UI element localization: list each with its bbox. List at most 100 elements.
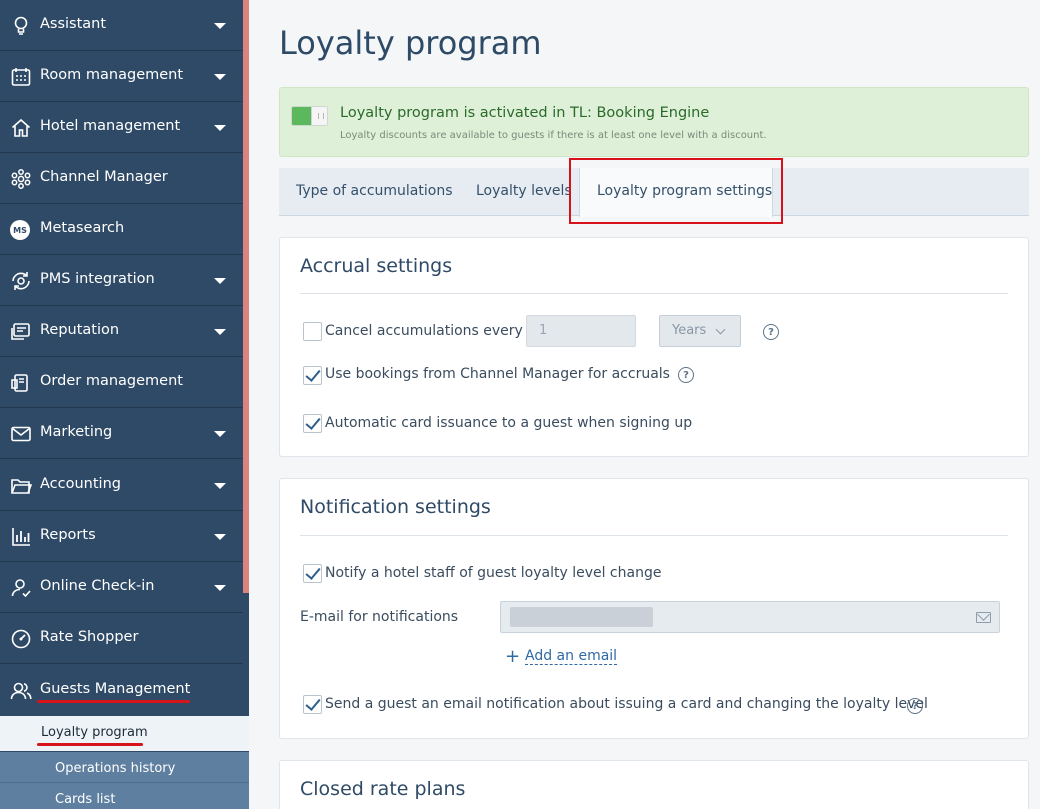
sidebar-item-label: Marketing [40,424,113,440]
help-icon[interactable]: ? [678,367,694,383]
sidebar-item-hotel-management[interactable]: Hotel management [0,102,243,153]
folder-icon [10,475,33,497]
chevron-down-icon[interactable] [214,125,226,131]
sidebar-subitem-label: Operations history [55,761,176,776]
order-icon [10,372,32,394]
chevron-down-icon[interactable] [214,585,226,591]
lightbulb-icon [10,15,32,37]
accrual-settings-title: Accrual settings [300,255,453,277]
toggle-on-fill [292,107,311,125]
sidebar-item-reports[interactable]: Reports [0,511,243,562]
calendar-icon [10,66,32,88]
sidebar-item-label: Channel Manager [40,169,168,185]
sync-icon [10,270,32,292]
sidebar-item-online-check-in[interactable]: Online Check-in [0,562,243,613]
tab-label: Type of accumulations [296,183,453,199]
period-unit-select[interactable]: Years [659,315,741,347]
sidebar-item-label: Reports [40,527,96,543]
loyalty-toggle[interactable] [291,106,328,126]
cancel-accumulations-checkbox[interactable] [303,322,322,341]
redacted-email-value [510,607,653,627]
help-icon[interactable]: ? [907,698,923,714]
notify-staff-checkbox[interactable] [303,564,322,583]
sidebar-subitem-cards-list[interactable]: Cards list [0,783,249,809]
sidebar-item-label: Order management [40,373,183,389]
sidebar-item-label: Assistant [40,16,107,32]
sidebar-item-room-management[interactable]: Room management [0,51,243,102]
accrual-settings-card: Accrual settings Cancel accumulations ev… [279,237,1029,457]
loyalty-program-underline [37,743,143,746]
sidebar-item-label: Rate Shopper [40,629,139,645]
review-icon [10,321,32,343]
sidebar-item-label: Metasearch [40,220,125,236]
toggle-knob [311,107,327,125]
tab-label: Loyalty levels [476,183,572,199]
chevron-down-icon[interactable] [214,74,226,80]
chevron-down-icon[interactable] [214,23,226,29]
house-icon [10,117,32,139]
divider [300,293,1008,294]
chevron-down-icon[interactable] [214,278,226,284]
sidebar-subitem-label: Cards list [55,792,116,807]
sidebar-item-label: Reputation [40,322,120,338]
sidebar-item-metasearch[interactable]: MS Metasearch [0,204,243,255]
divider [300,535,1008,536]
period-unit-value: Years [672,323,707,338]
banner-title: Loyalty program is activated in TL: Book… [340,105,710,121]
main-content: Loyalty program Loyalty program is activ… [249,0,1040,809]
chevron-down-icon[interactable] [214,329,226,335]
sidebar-item-reputation[interactable]: Reputation [0,306,243,357]
banner-note: Loyalty discounts are available to guest… [340,130,767,141]
notification-settings-card: Notification settings Notify a hotel sta… [279,478,1029,739]
chevron-down-icon[interactable] [214,431,226,437]
checkin-user-icon [10,577,32,599]
users-icon [10,680,32,702]
sidebar-item-label: Guests Management [40,681,191,697]
sidebar-item-pms-integration[interactable]: PMS integration [0,255,243,306]
chevron-down-icon [715,324,726,335]
automatic-card-issuance-label: Automatic card issuance to a guest when … [325,415,693,431]
plus-icon: + [505,646,521,667]
activation-banner: Loyalty program is activated in TL: Book… [279,87,1029,157]
sidebar-item-guests-management[interactable]: Guests Management [0,665,243,716]
sidebar-item-marketing[interactable]: Marketing [0,408,243,459]
chevron-down-icon[interactable] [214,534,226,540]
guests-management-underline [37,700,190,703]
network-icon [10,168,32,190]
sidebar-item-channel-manager[interactable]: Channel Manager [0,153,243,204]
sidebar-item-assistant[interactable]: Assistant [0,0,243,51]
sidebar-item-order-management[interactable]: Order management [0,357,243,408]
envelope-icon [10,423,32,445]
automatic-card-issuance-checkbox[interactable] [303,414,322,433]
ms-badge-icon: MS [10,219,32,241]
sidebar-item-label: PMS integration [40,271,155,287]
ms-badge: MS [10,220,30,240]
sidebar-item-label: Room management [40,67,184,83]
envelope-icon [976,612,991,623]
channel-manager-bookings-label: Use bookings from Channel Manager for ac… [325,366,670,382]
chevron-down-icon[interactable] [214,483,226,489]
bar-chart-icon [10,526,32,548]
email-notifications-field[interactable] [500,601,1000,633]
closed-rate-plans-card: Closed rate plans [279,760,1029,809]
sidebar-item-label: Online Check-in [40,578,155,594]
sidebar-item-accounting[interactable]: Accounting [0,460,243,511]
closed-rate-plans-title: Closed rate plans [300,778,466,800]
cancel-accumulations-label: Cancel accumulations every [325,323,523,339]
gauge-icon [10,628,32,650]
sidebar-subitem-loyalty-program[interactable]: Loyalty program [0,716,249,751]
accumulation-period-input[interactable]: 1 [526,315,636,347]
page-title: Loyalty program [279,24,542,62]
tab-loyalty-program-settings[interactable]: Loyalty program settings [579,168,773,217]
notify-staff-label: Notify a hotel staff of guest loyalty le… [325,565,662,581]
sidebar-item-rate-shopper[interactable]: Rate Shopper [0,613,243,664]
guest-email-notification-checkbox[interactable] [303,695,322,714]
tab-bar: Type of accumulations Loyalty levels Loy… [279,168,1029,217]
sidebar: Assistant Room management Hotel manageme… [0,0,249,809]
add-email-label: Add an email [525,648,618,665]
help-icon[interactable]: ? [763,324,779,340]
tab-label: Loyalty program settings [597,183,773,199]
channel-manager-bookings-checkbox[interactable] [303,366,322,385]
email-for-notifications-label: E-mail for notifications [300,609,459,625]
sidebar-subitem-operations-history[interactable]: Operations history [0,752,249,783]
